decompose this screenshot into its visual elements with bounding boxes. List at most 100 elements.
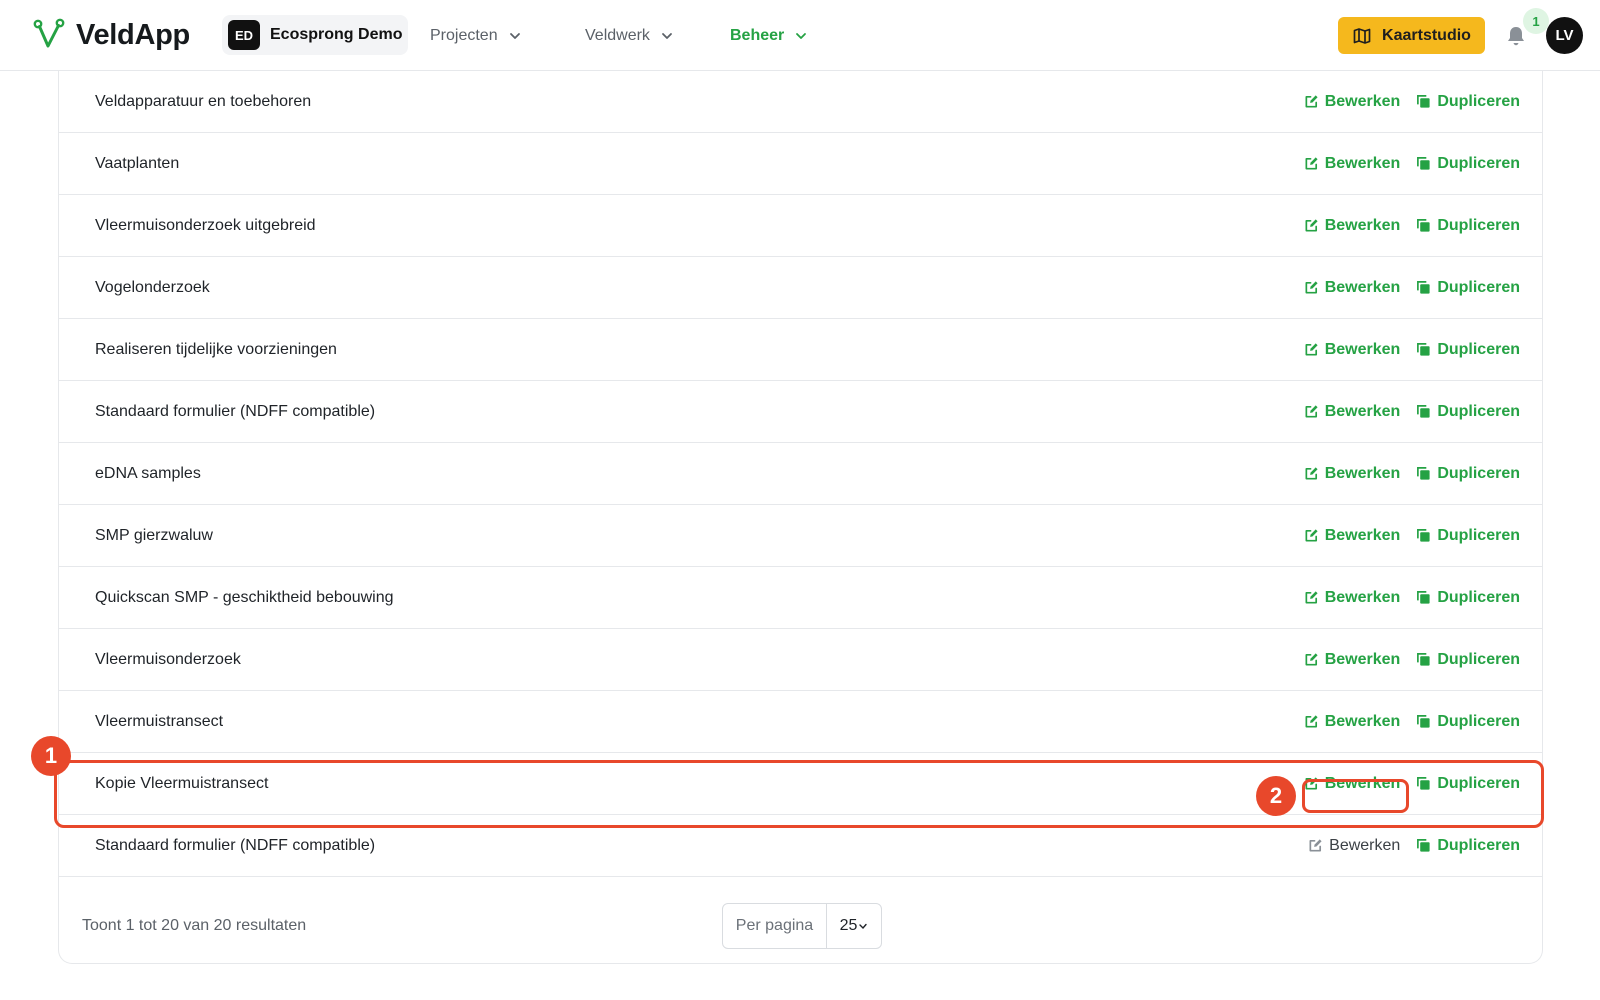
nav-projecten-label: Projecten	[430, 27, 498, 44]
per-page-select[interactable]: 25	[827, 904, 881, 948]
duplicate-label: Dupliceren	[1437, 836, 1520, 854]
edit-label: Bewerken	[1324, 712, 1401, 730]
organization-switcher[interactable]: ED Ecosprong Demo	[222, 15, 408, 55]
edit-icon	[1305, 95, 1318, 108]
chevron-down-icon	[662, 33, 672, 39]
row-name: Vogelonderzoek	[95, 278, 210, 296]
duplicate-button[interactable]: Dupliceren	[1416, 155, 1520, 173]
edit-button[interactable]: Bewerken	[1304, 154, 1401, 173]
user-avatar[interactable]: LV	[1546, 17, 1583, 54]
per-page-control: Per pagina 25	[722, 903, 882, 949]
row-name: Standaard formulier (NDFF compatible)	[95, 836, 376, 854]
edit-icon	[1305, 281, 1318, 294]
duplicate-button[interactable]: Dupliceren	[1416, 651, 1520, 669]
edit-icon	[1309, 839, 1322, 852]
duplicate-label: Dupliceren	[1437, 340, 1520, 358]
edit-icon	[1305, 343, 1318, 356]
edit-label: Bewerken	[1324, 92, 1401, 110]
duplicate-button[interactable]: Dupliceren	[1416, 465, 1520, 483]
edit-label: Bewerken	[1324, 464, 1401, 482]
edit-label: Bewerken	[1324, 216, 1401, 234]
nav-projecten[interactable]: Projecten	[430, 24, 522, 48]
edit-button[interactable]: Bewerken	[1304, 403, 1400, 421]
step-1-marker: 1	[31, 736, 71, 776]
edit-icon	[1305, 405, 1318, 418]
duplicate-icon	[1417, 839, 1430, 852]
edit-button[interactable]: Bewerken	[1304, 650, 1401, 669]
notification-count-badge: 1	[1523, 8, 1549, 34]
nav-veldwerk[interactable]: Veldwerk	[585, 24, 674, 48]
edit-button[interactable]: Bewerken	[1304, 216, 1401, 235]
table-row: Vleermuisonderzoek Bewerken Dupliceren	[59, 629, 1542, 691]
edit-icon	[1305, 467, 1318, 480]
duplicate-label: Dupliceren	[1437, 650, 1520, 668]
edit-button[interactable]: Bewerken	[1304, 92, 1401, 111]
edit-label: Bewerken	[1324, 526, 1401, 544]
edit-label: Bewerken	[1329, 836, 1401, 854]
duplicate-label: Dupliceren	[1437, 216, 1520, 234]
table-row: Realiseren tijdelijke voorzieningen Bewe…	[59, 319, 1542, 381]
kaartstudio-label: Kaartstudio	[1382, 26, 1471, 44]
edit-button[interactable]: Bewerken	[1308, 837, 1400, 855]
org-initials-badge: ED	[228, 20, 260, 50]
row-name: Vleermuisonderzoek	[95, 650, 241, 668]
row-name: Veldapparatuur en toebehoren	[95, 92, 312, 110]
duplicate-button[interactable]: Dupliceren	[1416, 217, 1520, 235]
table-row: Quickscan SMP - geschiktheid bebouwing B…	[59, 567, 1542, 629]
duplicate-label: Dupliceren	[1437, 774, 1520, 792]
edit-icon	[1305, 157, 1318, 170]
edit-icon	[1305, 219, 1318, 232]
edit-label: Bewerken	[1324, 774, 1401, 792]
row-actions: Bewerken Dupliceren	[1304, 341, 1520, 359]
chevron-down-icon	[859, 923, 868, 930]
duplicate-icon	[1417, 95, 1430, 108]
app-name: VeldApp	[76, 18, 190, 51]
forms-table: Veldapparatuur en toebehoren Bewerken Du…	[58, 71, 1543, 964]
edit-button[interactable]: Bewerken	[1304, 774, 1401, 793]
table-row: eDNA samples Bewerken Dupliceren	[59, 443, 1542, 505]
duplicate-button[interactable]: Dupliceren	[1416, 279, 1520, 297]
edit-icon	[1305, 653, 1318, 666]
table-row: SMP gierzwaluw Bewerken Dupliceren	[59, 505, 1542, 567]
edit-icon	[1305, 591, 1318, 604]
chevron-down-icon	[796, 33, 807, 39]
table-row: Vogelonderzoek Bewerken Dupliceren	[59, 257, 1542, 319]
edit-button[interactable]: Bewerken	[1304, 340, 1401, 359]
app-logo[interactable]: VeldApp	[32, 18, 190, 52]
row-name: Vaatplanten	[95, 154, 180, 172]
duplicate-button[interactable]: Dupliceren	[1416, 589, 1520, 607]
table-row: Vleermuisonderzoek uitgebreid Bewerken D…	[59, 195, 1542, 257]
duplicate-icon	[1417, 467, 1430, 480]
edit-button[interactable]: Bewerken	[1304, 278, 1401, 297]
duplicate-icon	[1417, 653, 1430, 666]
nav-beheer[interactable]: Beheer	[730, 24, 808, 48]
duplicate-icon	[1417, 281, 1430, 294]
duplicate-label: Dupliceren	[1437, 526, 1520, 544]
duplicate-label: Dupliceren	[1437, 402, 1520, 420]
row-actions: Bewerken Dupliceren	[1304, 217, 1520, 235]
duplicate-button[interactable]: Dupliceren	[1416, 341, 1520, 359]
row-actions: Bewerken Dupliceren	[1304, 465, 1520, 483]
duplicate-button[interactable]: Dupliceren	[1416, 93, 1520, 111]
edit-label: Bewerken	[1324, 650, 1401, 668]
edit-button[interactable]: Bewerken	[1304, 712, 1401, 731]
kaartstudio-button[interactable]: Kaartstudio	[1338, 17, 1485, 54]
veldapp-logo-icon	[33, 18, 65, 48]
edit-button[interactable]: Bewerken	[1304, 464, 1401, 483]
duplicate-button[interactable]: Dupliceren	[1416, 527, 1520, 545]
edit-label: Bewerken	[1324, 154, 1401, 172]
edit-button[interactable]: Bewerken	[1304, 526, 1401, 545]
edit-button[interactable]: Bewerken	[1304, 589, 1400, 607]
duplicate-button[interactable]: Dupliceren	[1416, 775, 1520, 793]
duplicate-icon	[1417, 343, 1430, 356]
row-actions: Bewerken Dupliceren	[1304, 589, 1520, 607]
duplicate-icon	[1417, 529, 1430, 542]
duplicate-button[interactable]: Dupliceren	[1416, 403, 1520, 421]
duplicate-button[interactable]: Dupliceren	[1416, 837, 1520, 855]
duplicate-icon	[1417, 591, 1430, 604]
table-row: Kopie Vleermuistransect Bewerken Duplice…	[59, 753, 1542, 815]
chevron-down-icon	[509, 33, 520, 39]
edit-label: Bewerken	[1324, 278, 1401, 296]
duplicate-button[interactable]: Dupliceren	[1416, 713, 1520, 731]
edit-label: Bewerken	[1324, 340, 1401, 358]
